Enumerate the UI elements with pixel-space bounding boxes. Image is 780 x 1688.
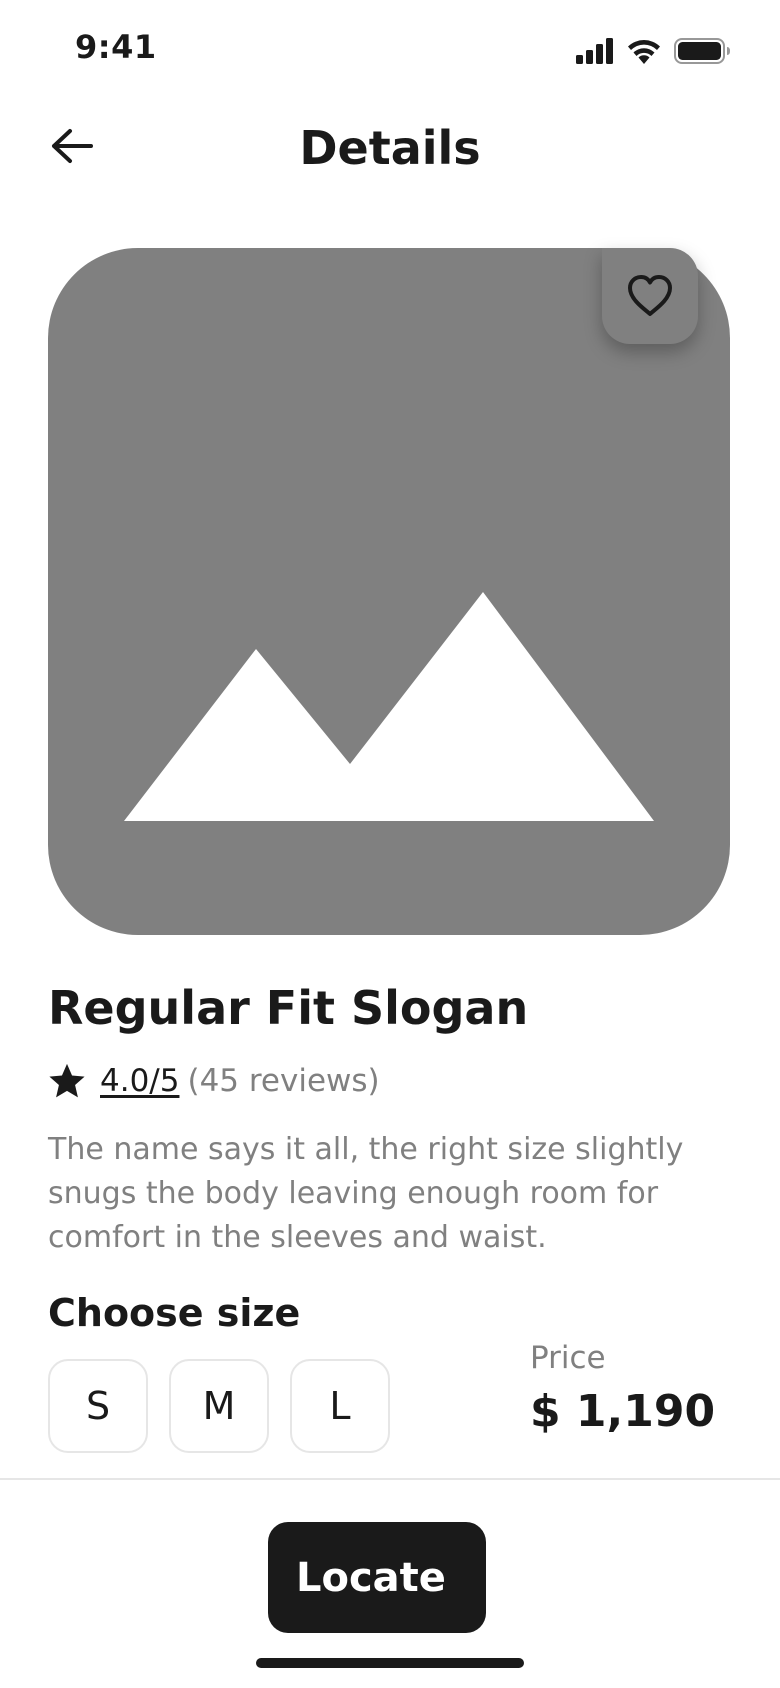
page-title: Details xyxy=(299,121,481,175)
locate-button[interactable]: Locate xyxy=(268,1522,486,1633)
battery-icon xyxy=(674,38,730,64)
image-placeholder-icon xyxy=(124,592,654,821)
bottom-divider xyxy=(0,1478,780,1480)
price-value: $ 1,190 xyxy=(530,1386,716,1437)
size-option-l[interactable]: L xyxy=(290,1359,390,1453)
product-image xyxy=(48,248,730,935)
product-name: Regular Fit Slogan xyxy=(48,981,529,1035)
home-indicator xyxy=(256,1658,524,1668)
signal-icon xyxy=(576,38,613,64)
size-options: S M L xyxy=(48,1359,390,1453)
heart-icon xyxy=(628,275,672,316)
rating-value-link[interactable]: 4.0/5 xyxy=(100,1063,179,1099)
size-option-m[interactable]: M xyxy=(169,1359,269,1453)
price-label: Price xyxy=(530,1340,606,1376)
status-icons xyxy=(576,36,730,66)
star-icon xyxy=(49,1063,85,1098)
choose-size-label: Choose size xyxy=(48,1291,301,1335)
wifi-icon xyxy=(628,40,660,64)
size-option-s[interactable]: S xyxy=(48,1359,148,1453)
rating-row: 4.0/5 (45 reviews) xyxy=(48,1060,380,1102)
status-time: 9:41 xyxy=(75,28,157,66)
product-description: The name says it all, the right size sli… xyxy=(48,1132,684,1255)
rating-count: (45 reviews) xyxy=(187,1063,380,1099)
favorite-button[interactable] xyxy=(602,248,698,344)
